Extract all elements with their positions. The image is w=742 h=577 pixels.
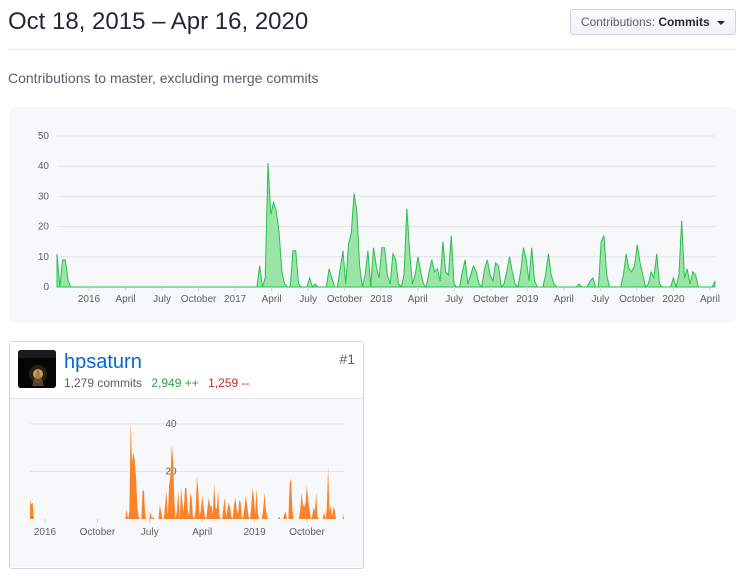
main-chart-x-tick-label: October [619,294,655,305]
main-chart-x-tick-label: April [700,294,720,305]
contributor-chart-x-tick-label: October [289,527,325,538]
contributor-chart-x-tick-label: April [192,527,212,538]
page-header: Oct 18, 2015 – Apr 16, 2020 Contribution… [8,0,736,50]
main-chart-series-area [56,163,716,289]
contributor-card: hpsaturn 1,279 commits 2,949 ++ 1,259 --… [9,341,364,569]
contributor-rank: #1 [339,351,355,367]
main-chart-x-tick-label: April [262,294,282,305]
caret-down-icon [717,20,725,25]
commit-count: 1,279 commits [64,376,143,390]
contributor-chart-x-tick-label: July [141,527,159,538]
main-chart-x-tick-label: October [473,294,509,305]
main-chart-x-tick-label: October [181,294,217,305]
main-chart-x-tick-label: April [554,294,574,305]
deletions-count: 1,259 -- [208,376,250,390]
contributor-chart-x-tick-label: 2016 [34,527,57,538]
contributor-card-header: hpsaturn 1,279 commits 2,949 ++ 1,259 --… [10,342,363,399]
contributor-chart-x-tick-label: October [80,527,116,538]
contributions-label: Contributions: [580,15,655,29]
chart-subtitle: Contributions to master, excluding merge… [8,70,319,86]
main-chart-x-tick-label: April [116,294,136,305]
additions-count: 2,949 ++ [151,376,199,390]
main-chart-x-tick-label: April [408,294,428,305]
main-chart-x-tick-label: 2016 [78,294,101,305]
date-range-title: Oct 18, 2015 – Apr 16, 2020 [8,8,309,35]
contributor-chart: 20402016OctoberJulyApril2019October [10,399,363,567]
main-chart-x-tick-label: October [327,294,363,305]
main-chart-y-tick-label: 10 [38,252,50,263]
main-chart-x-tick-label: July [153,294,171,305]
avatar[interactable] [18,350,56,388]
avatar-image [18,350,56,388]
main-chart-y-tick-label: 20 [38,222,50,233]
main-chart-y-tick-label: 30 [38,191,50,202]
contributions-value: Commits [658,15,710,29]
main-chart-x-tick-label: July [445,294,463,305]
main-chart-x-tick-label: 2020 [662,294,685,305]
main-chart-y-tick-label: 50 [38,131,50,142]
main-contributions-chart: 0 10 20 30 40 50 2016 April July October 2017 April… [9,107,736,323]
main-chart-y-tick-label: 0 [43,282,49,293]
contributor-stats: 1,279 commits 2,949 ++ 1,259 -- [64,376,249,390]
contributor-chart-x-tick-label: 2019 [243,527,266,538]
contributions-dropdown-button[interactable]: Contributions: Commits [569,9,736,35]
contributor-username-link[interactable]: hpsaturn [64,351,142,374]
contributor-chart-series-area [30,421,344,519]
contributor-chart-y-tick-label: 40 [165,419,177,430]
main-chart-x-tick-label: 2017 [224,294,247,305]
main-chart-x-tick-label: July [592,294,610,305]
main-chart-svg: 0 10 20 30 40 50 2016 April July October 2017 April… [38,131,720,305]
main-chart-x-tick-label: 2019 [516,294,539,305]
contributor-chart-svg: 20402016OctoberJulyApril2019October [30,419,344,538]
main-chart-x-tick-label: 2018 [370,294,393,305]
main-chart-y-tick-label: 40 [38,161,50,172]
main-chart-x-tick-label: July [299,294,317,305]
